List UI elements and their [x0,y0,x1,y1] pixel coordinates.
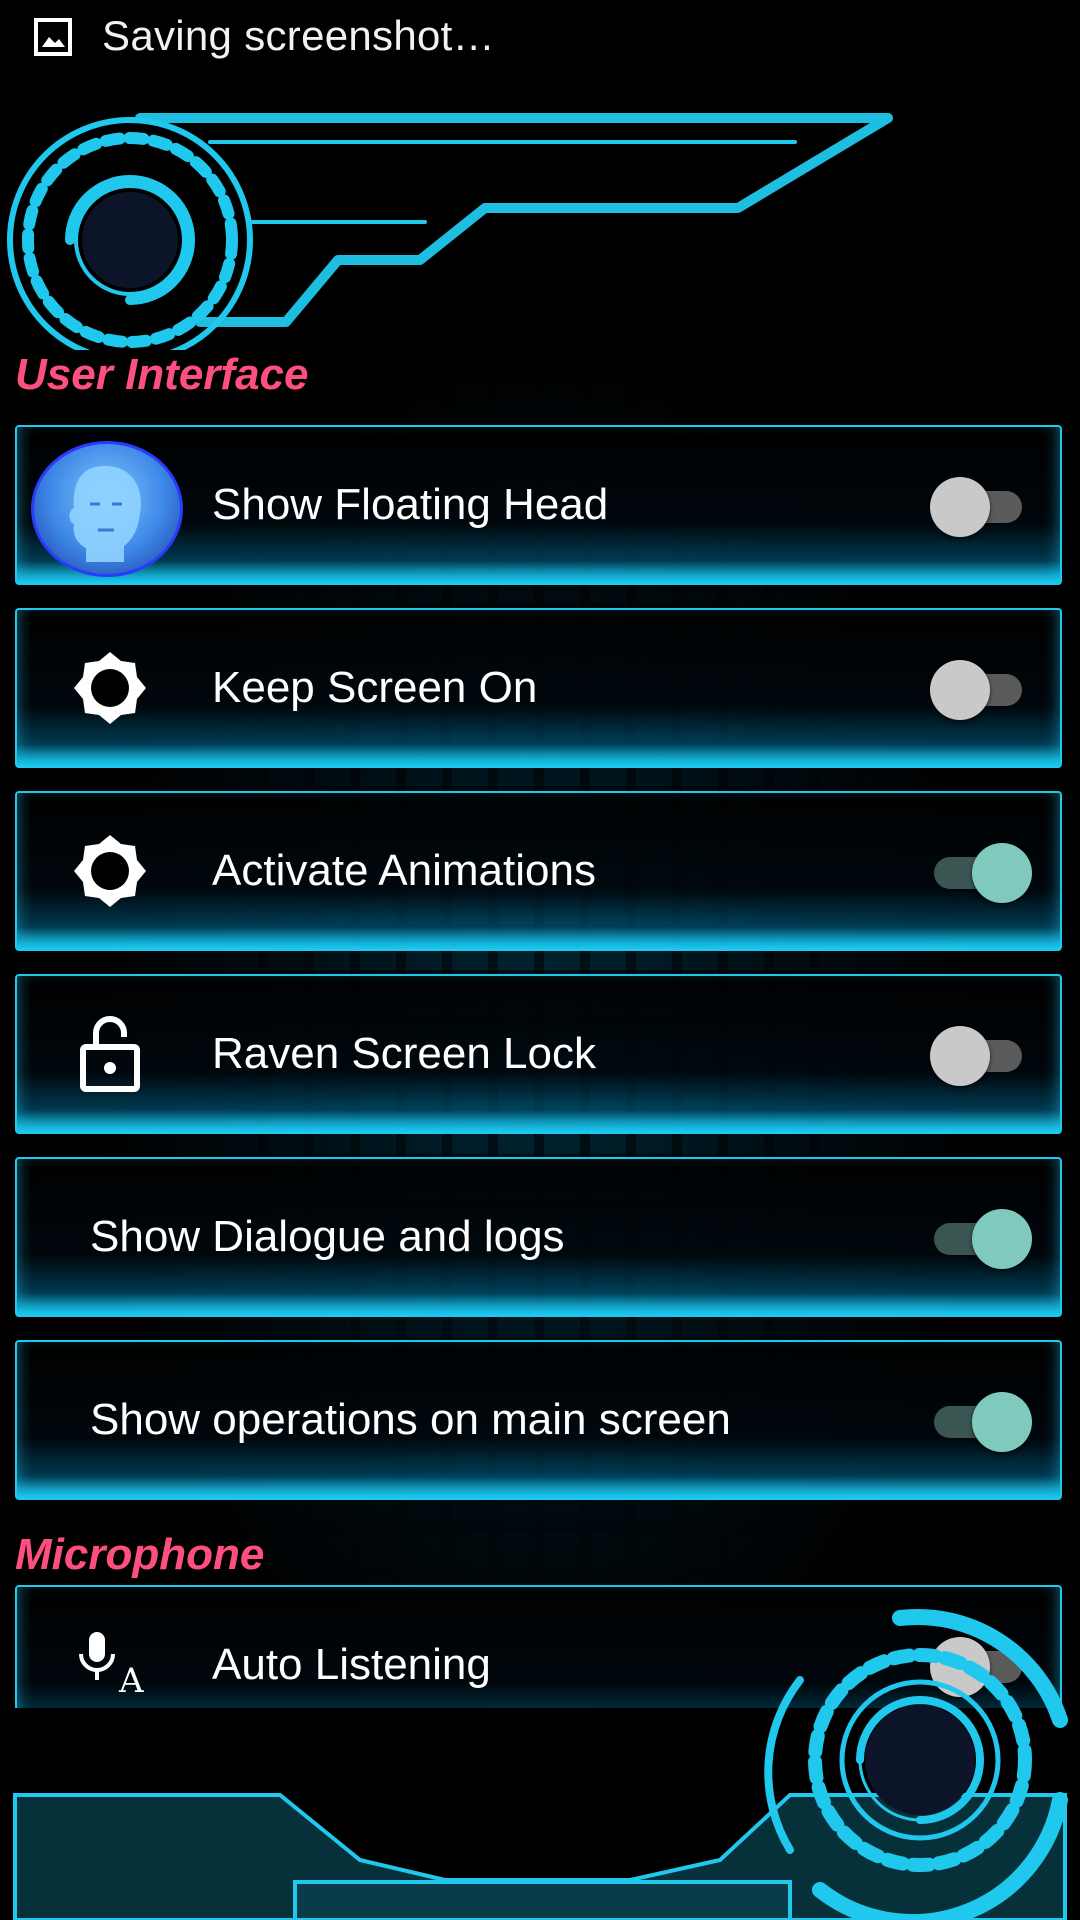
head-icon [69,466,141,562]
image-icon [34,18,72,56]
setting-row-show-floating-head[interactable]: Show Floating Head [15,425,1062,585]
keep-screen-on-toggle[interactable] [930,658,1030,720]
show-floating-head-toggle[interactable] [930,475,1030,537]
lock-open-icon [80,1016,140,1092]
setting-row-show-dialogue-and-logs[interactable]: Show Dialogue and logs [15,1157,1062,1317]
setting-label: Show Dialogue and logs [90,1212,565,1261]
floating-head-avatar [31,441,183,577]
show-dialogue-and-logs-toggle[interactable] [930,1207,1032,1269]
settings-screen: Saving screenshot… User Interface Show F… [0,0,1080,1920]
brightness-icon [74,835,146,907]
setting-label: Raven Screen Lock [212,1029,596,1078]
section-title-user-interface: User Interface [15,350,309,399]
setting-label: Show Floating Head [212,480,609,529]
header-hud-decoration [7,113,893,350]
setting-row-activate-animations[interactable]: Activate Animations [15,791,1062,951]
voice-orb-button[interactable] [760,1600,1080,1920]
raven-screen-lock-toggle[interactable] [930,1024,1030,1086]
activate-animations-toggle[interactable] [930,841,1032,903]
setting-label: Auto Listening [212,1640,491,1689]
show-operations-on-main-screen-toggle[interactable] [930,1390,1032,1452]
setting-label: Show operations on main screen [90,1395,731,1444]
section-title-microphone: Microphone [15,1530,265,1579]
brightness-icon [74,652,146,724]
setting-label: Keep Screen On [212,663,538,712]
setting-row-raven-screen-lock[interactable]: Raven Screen Lock [15,974,1062,1134]
setting-row-keep-screen-on[interactable]: Keep Screen On [15,608,1062,768]
setting-label: Activate Animations [212,846,596,895]
status-bar: Saving screenshot… [0,0,1080,72]
status-notification-text: Saving screenshot… [102,12,495,59]
setting-row-show-operations-on-main-screen[interactable]: Show operations on main screen [15,1340,1062,1500]
